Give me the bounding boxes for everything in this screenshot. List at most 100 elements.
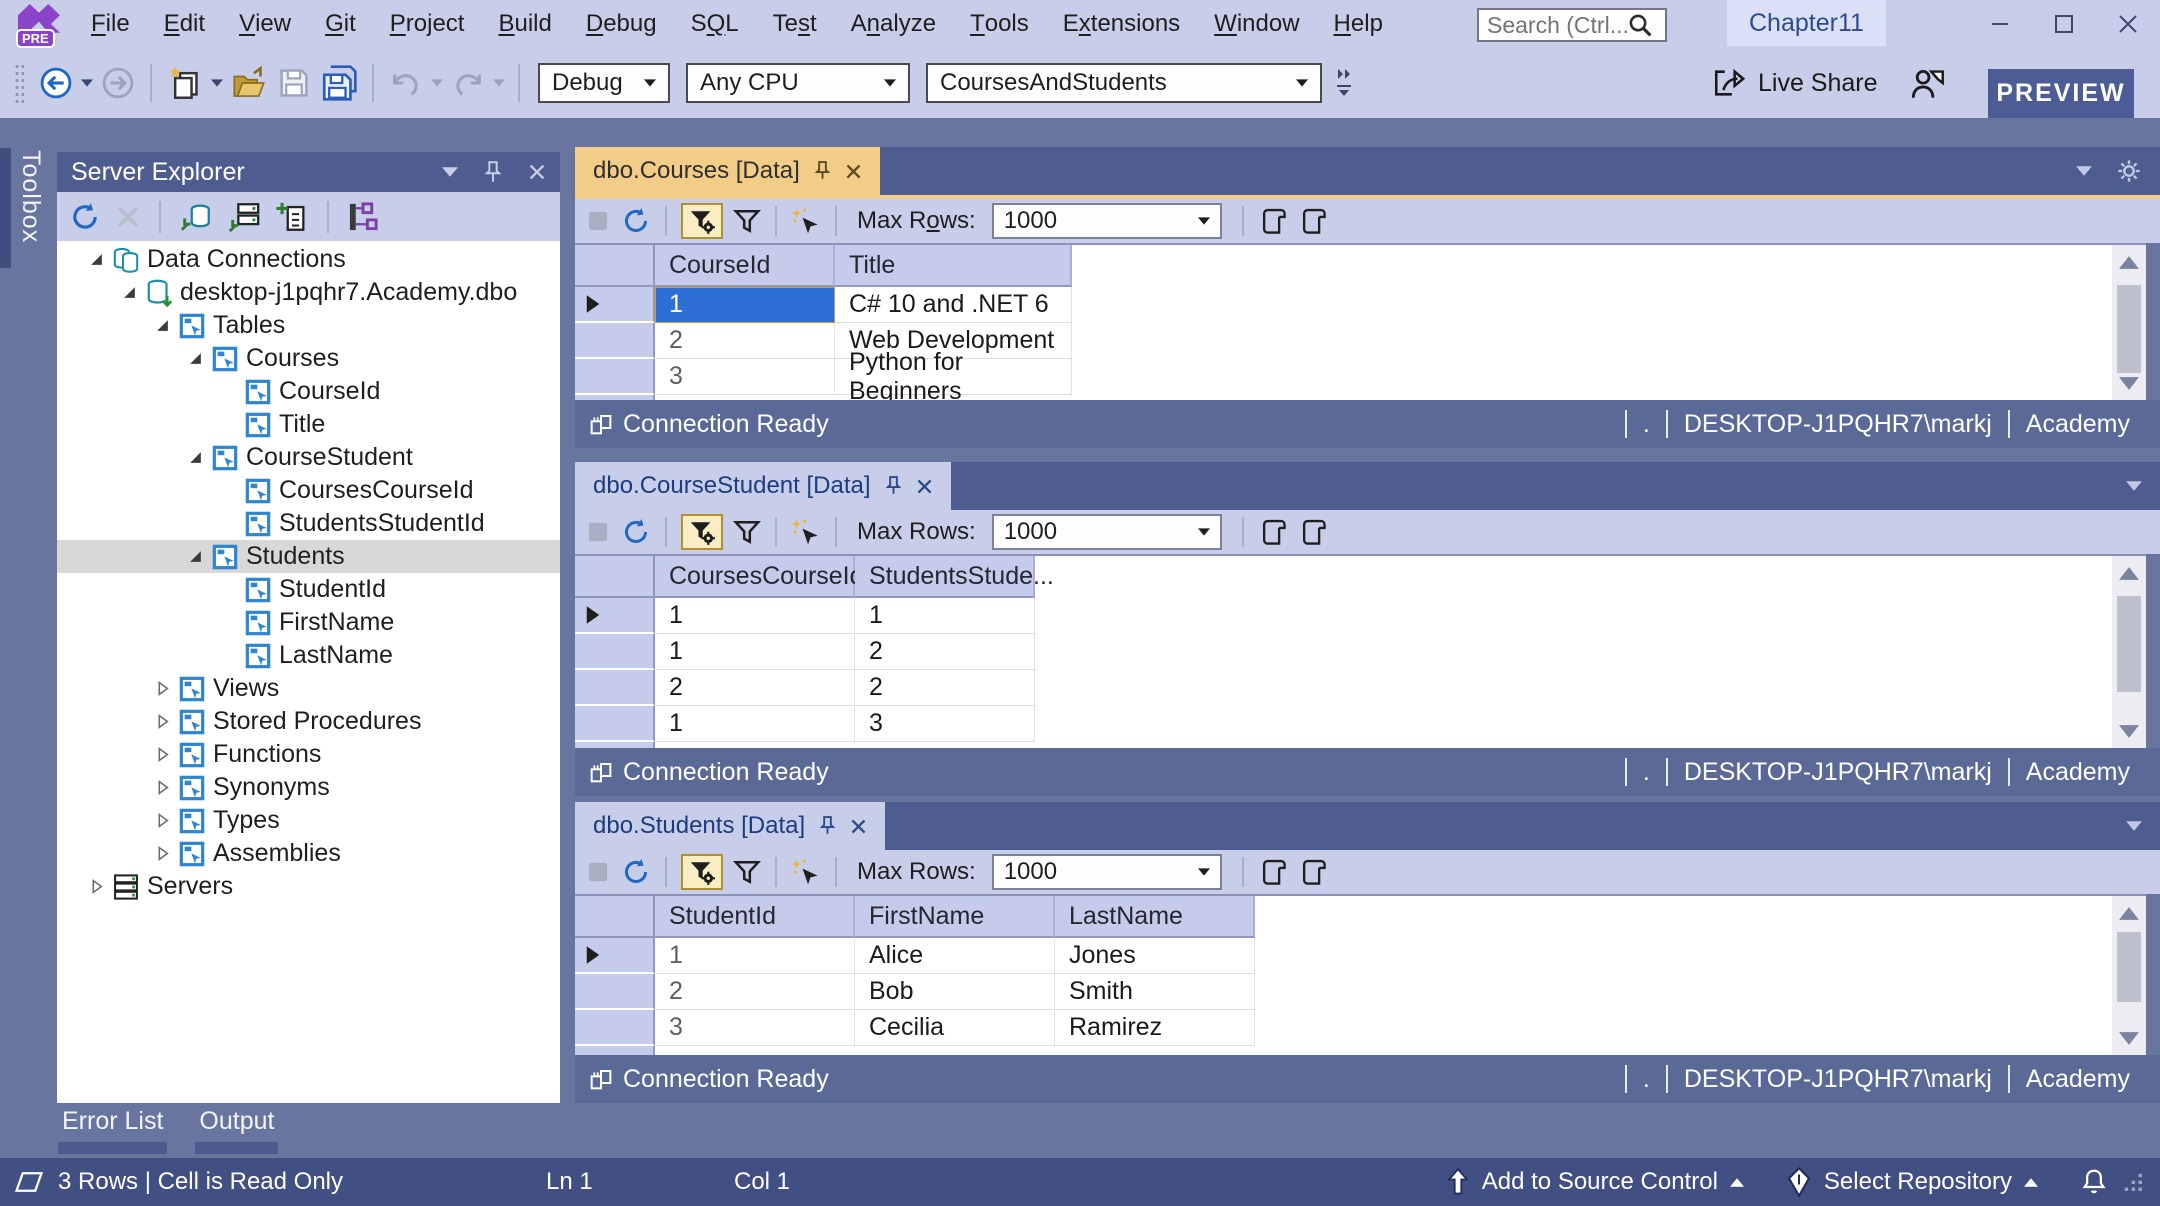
show-script-icon[interactable] — [1298, 206, 1328, 236]
row-header-cell[interactable] — [575, 359, 655, 395]
connect-to-server-icon[interactable] — [227, 200, 261, 234]
row-header-cell[interactable] — [575, 287, 655, 323]
live-share-button[interactable]: Live Share — [1712, 67, 1878, 99]
search-box[interactable] — [1477, 8, 1667, 42]
grid-cell[interactable]: 2 — [855, 634, 1035, 670]
notifications-bell-button[interactable] — [2080, 1167, 2108, 1197]
show-sql-pane-icon[interactable] — [1258, 206, 1288, 236]
stop-icon[interactable] — [585, 519, 611, 545]
solution-platform-dropdown[interactable]: Any CPU — [686, 63, 910, 103]
row-header-cell[interactable] — [575, 598, 655, 634]
scrollbar-thumb[interactable] — [2117, 285, 2141, 373]
vertical-scrollbar[interactable] — [2112, 243, 2146, 400]
menu-debug[interactable]: Debug — [569, 0, 674, 48]
menu-git[interactable]: Git — [308, 0, 373, 48]
tree-expanded-arrow-icon[interactable] — [188, 351, 203, 366]
column-number-status[interactable]: Col 1 — [734, 1168, 790, 1196]
grid-corner-cell[interactable] — [575, 245, 655, 287]
script-wand-icon[interactable] — [791, 857, 821, 887]
grid-cell[interactable]: 1 — [655, 598, 855, 634]
startup-project-dropdown[interactable]: CoursesAndStudents — [926, 63, 1322, 103]
filter-icon[interactable] — [733, 858, 761, 886]
menu-view[interactable]: View — [222, 0, 308, 48]
tab-output[interactable]: Output — [195, 1103, 278, 1158]
show-script-icon[interactable] — [1298, 517, 1328, 547]
tab-dbo-courses-data[interactable]: dbo.Courses [Data] — [575, 147, 880, 195]
redo-dropdown-caret-icon[interactable] — [493, 79, 505, 87]
max-rows-dropdown[interactable]: 1000 — [992, 854, 1222, 890]
line-number-status[interactable]: Ln 1 — [546, 1168, 593, 1196]
menu-analyze[interactable]: Analyze — [834, 0, 953, 48]
tree-expanded-arrow-icon[interactable] — [155, 318, 170, 333]
column-header-firstname[interactable]: FirstName — [855, 896, 1055, 938]
show-script-icon[interactable] — [1298, 857, 1328, 887]
tree-item-lastname[interactable]: LastName — [57, 639, 560, 672]
save-button[interactable] — [272, 60, 316, 106]
tree-collapsed-arrow-icon[interactable] — [89, 879, 104, 894]
close-button[interactable] — [2096, 0, 2160, 48]
max-rows-dropdown[interactable]: 1000 — [992, 514, 1222, 550]
auto-arrange-icon[interactable] — [347, 201, 379, 233]
tree-item-views[interactable]: Views — [57, 672, 560, 705]
tree-collapsed-arrow-icon[interactable] — [155, 813, 170, 828]
row-header-cell[interactable] — [575, 323, 655, 359]
scroll-down-icon[interactable] — [2112, 366, 2146, 400]
vertical-scrollbar[interactable] — [2112, 554, 2146, 748]
new-project-button[interactable] — [162, 60, 208, 106]
maximize-button[interactable] — [2032, 0, 2096, 48]
tree-item-students[interactable]: Students — [57, 540, 560, 573]
tree-item-studentid[interactable]: StudentId — [57, 573, 560, 606]
refresh-icon[interactable] — [621, 517, 651, 547]
add-connection-icon[interactable] — [275, 200, 309, 234]
tab-list-caret-icon[interactable] — [2076, 166, 2092, 176]
navigate-back-button[interactable] — [34, 60, 78, 106]
grid-cell[interactable]: 1 — [655, 287, 835, 323]
panel-dropdown-caret-icon[interactable] — [442, 167, 458, 177]
redo-button[interactable] — [446, 60, 490, 106]
add-to-source-control-button[interactable]: Add to Source Control — [1446, 1168, 1744, 1196]
grid-cell[interactable]: 2 — [655, 974, 855, 1010]
tree-collapsed-arrow-icon[interactable] — [155, 846, 170, 861]
tree-expanded-arrow-icon[interactable] — [188, 549, 203, 564]
row-header-cell[interactable] — [575, 706, 655, 742]
save-all-button[interactable] — [316, 60, 362, 106]
search-input[interactable] — [1487, 12, 1627, 39]
refresh-icon[interactable] — [69, 201, 101, 233]
show-sql-pane-icon[interactable] — [1258, 517, 1288, 547]
pin-icon[interactable] — [484, 161, 502, 183]
stop-icon[interactable] — [585, 208, 611, 234]
tree-item-courseid[interactable]: CourseId — [57, 375, 560, 408]
tree-expanded-arrow-icon[interactable] — [188, 450, 203, 465]
tab-error-list[interactable]: Error List — [58, 1103, 167, 1158]
grid-corner-cell[interactable] — [575, 556, 655, 598]
grid-cell[interactable]: 3 — [855, 706, 1035, 742]
show-sql-pane-icon[interactable] — [1258, 857, 1288, 887]
tab-list-caret-icon[interactable] — [2126, 481, 2142, 491]
menu-build[interactable]: Build — [481, 0, 568, 48]
tab-dbo-students-data[interactable]: dbo.Students [Data] — [575, 802, 885, 850]
row-header-cell[interactable] — [575, 670, 655, 706]
grid-cell[interactable]: 2 — [855, 670, 1035, 706]
toolbox-tab-label[interactable]: Toolbox — [16, 150, 45, 243]
tree-item-functions[interactable]: Functions — [57, 738, 560, 771]
grid-cell[interactable]: Smith — [1055, 974, 1255, 1010]
undo-button[interactable] — [384, 60, 428, 106]
row-header-cell[interactable] — [575, 634, 655, 670]
scroll-down-icon[interactable] — [2112, 714, 2146, 748]
select-repository-button[interactable]: Select Repository — [1786, 1167, 2038, 1197]
menu-extensions[interactable]: Extensions — [1046, 0, 1197, 48]
column-header-coursescourseid[interactable]: CoursesCourseId — [655, 556, 855, 598]
scroll-up-icon[interactable] — [2112, 245, 2146, 279]
filter-settings-button[interactable] — [681, 854, 723, 890]
vertical-scrollbar[interactable] — [2112, 894, 2146, 1055]
back-dropdown-caret-icon[interactable] — [81, 79, 93, 87]
menu-tools[interactable]: Tools — [953, 0, 1046, 48]
tree-collapsed-arrow-icon[interactable] — [155, 681, 170, 696]
toolbox-side-tab[interactable]: Toolbox — [0, 146, 57, 276]
grid-cell[interactable]: 1 — [655, 634, 855, 670]
toolbar-overflow-button[interactable] — [1336, 69, 1352, 97]
filter-settings-button[interactable] — [681, 203, 723, 239]
resize-grip-icon[interactable] — [2122, 1171, 2144, 1193]
tree-expanded-arrow-icon[interactable] — [122, 285, 137, 300]
grid-cell[interactable]: Python for Beginners — [835, 359, 1072, 395]
